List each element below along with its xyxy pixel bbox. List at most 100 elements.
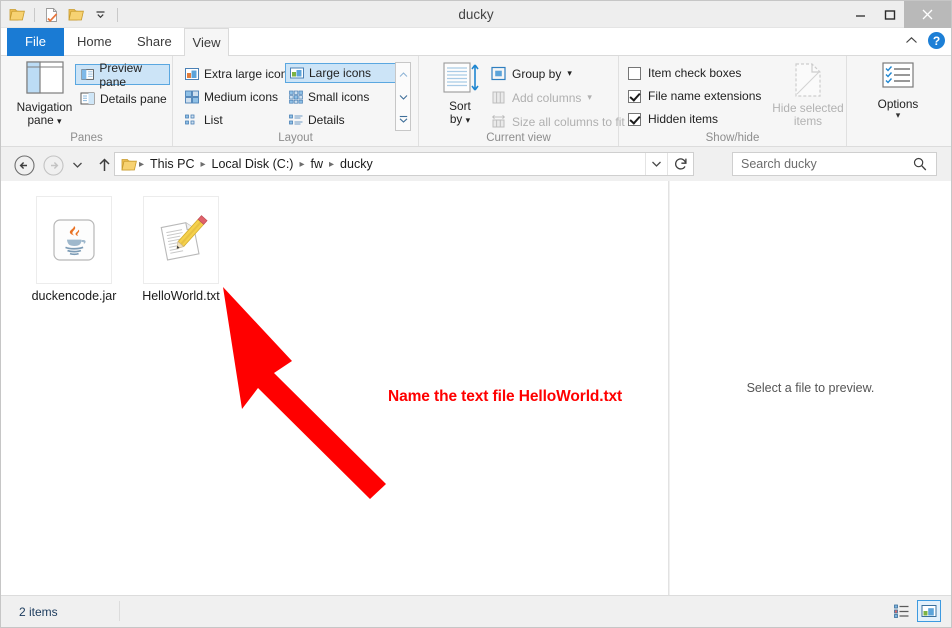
status-divider — [119, 601, 120, 621]
breadcrumb-separator-0[interactable]: ▸ — [138, 159, 145, 170]
large-icons-icon — [290, 67, 304, 79]
tab-share[interactable]: Share — [124, 28, 185, 56]
minimize-button[interactable] — [846, 1, 875, 28]
properties-icon[interactable] — [42, 5, 62, 25]
file-name-extensions-row[interactable]: File name extensions — [628, 86, 761, 106]
options-button[interactable]: Options ▾ — [865, 60, 931, 134]
gallery-scroll-up-icon[interactable] — [399, 67, 408, 81]
options-label: Options — [877, 97, 919, 111]
breadcrumb-separator-1[interactable]: ▸ — [199, 159, 206, 170]
file-item-helloworld-txt[interactable]: HelloWorld.txt — [133, 196, 229, 303]
ribbon-group-layout: Extra large icons Medium icons List Larg… — [173, 56, 419, 146]
preview-pane-toggle[interactable]: Preview pane — [75, 61, 170, 89]
extra-large-icons-label: Extra large icons — [204, 67, 294, 81]
item-count-label: 2 items — [19, 605, 58, 619]
layout-extra-large-icons[interactable]: Extra large icons — [181, 64, 297, 84]
maximize-button[interactable] — [875, 1, 904, 28]
details-view-icon — [894, 604, 909, 618]
search-icon[interactable] — [913, 157, 927, 171]
collapse-ribbon-icon[interactable] — [905, 34, 918, 48]
large-icons-view-button[interactable] — [917, 600, 941, 622]
add-columns-icon — [492, 91, 505, 104]
tab-home[interactable]: Home — [64, 28, 125, 56]
large-icons-view-icon — [921, 605, 937, 617]
search-box[interactable] — [732, 152, 937, 176]
layout-medium-icons[interactable]: Medium icons — [181, 87, 282, 107]
options-chevron-icon[interactable]: ▾ — [896, 111, 901, 120]
file-tile[interactable] — [143, 196, 219, 284]
item-check-boxes-row[interactable]: Item check boxes — [628, 63, 741, 83]
gallery-scroll-down-icon[interactable] — [399, 89, 408, 103]
breadcrumb-separator-3[interactable]: ▸ — [328, 159, 335, 170]
breadcrumb-separator-2[interactable]: ▸ — [298, 159, 305, 170]
address-bar: ▸ This PC ▸ Local Disk (C:) ▸ fw ▸ ducky — [1, 147, 951, 181]
item-check-boxes-checkbox[interactable] — [628, 66, 641, 80]
file-tile[interactable] — [36, 196, 112, 284]
hide-selected-items-icon — [795, 63, 821, 97]
group-by-button[interactable]: Group by ▾ — [491, 63, 572, 84]
hidden-items-row[interactable]: Hidden items — [628, 109, 718, 129]
options-icon — [882, 62, 914, 88]
refresh-icon[interactable] — [667, 153, 693, 175]
address-dropdown-icon[interactable] — [645, 153, 667, 175]
details-view-icon — [289, 114, 303, 125]
chevron-down-icon[interactable] — [90, 5, 110, 25]
gallery-expand-icon[interactable] — [399, 112, 408, 126]
folder-icon[interactable] — [7, 5, 27, 25]
panes-group-title: Panes — [70, 132, 103, 144]
small-icons-label: Small icons — [308, 90, 370, 104]
sort-by-button[interactable]: Sort by ▾ — [432, 60, 488, 132]
layout-small-icons[interactable]: Small icons — [285, 87, 373, 107]
ribbon-group-panes: Navigation pane ▾ Preview pane Details p… — [1, 56, 173, 146]
up-button[interactable] — [93, 154, 115, 176]
file-name-label: HelloWorld.txt — [142, 289, 220, 303]
toolbar-divider — [34, 7, 35, 22]
breadcrumb-local-disk[interactable]: Local Disk (C:) — [207, 153, 299, 175]
ribbon-tab-bar: File Home Share View ? — [1, 28, 951, 57]
layout-details[interactable]: Details — [285, 110, 349, 130]
layout-gallery-scrollbar[interactable] — [395, 62, 411, 131]
search-input[interactable] — [739, 154, 909, 174]
annotation-text: Name the text file HelloWorld.txt — [388, 388, 623, 405]
status-bar: 2 items — [1, 595, 951, 627]
tab-view[interactable]: View — [184, 28, 229, 57]
preview-pane-label: Preview pane — [99, 60, 143, 89]
breadcrumb-ducky[interactable]: ducky — [335, 153, 378, 175]
address-breadcrumb-bar[interactable]: ▸ This PC ▸ Local Disk (C:) ▸ fw ▸ ducky — [114, 152, 694, 176]
layout-list[interactable]: List — [181, 110, 227, 130]
ribbon-group-show-hide: Item check boxes File name extensions Hi… — [619, 56, 847, 146]
navigation-pane-button[interactable]: Navigation pane ▾ — [13, 60, 76, 130]
details-view-button[interactable] — [890, 600, 914, 622]
file-item-duckencode-jar[interactable]: duckencode.jar — [26, 196, 122, 303]
details-pane-label: Details pane — [100, 91, 167, 106]
details-pane-toggle[interactable]: Details pane — [75, 88, 172, 109]
window-controls — [846, 1, 951, 28]
list-label: List — [204, 113, 223, 127]
recent-locations-button[interactable] — [68, 154, 86, 176]
preview-pane-icon — [81, 69, 94, 80]
new-folder-icon[interactable] — [66, 5, 86, 25]
tab-file[interactable]: File — [7, 28, 64, 56]
medium-icons-icon — [185, 90, 199, 104]
close-button[interactable] — [904, 1, 951, 28]
layout-large-icons[interactable]: Large icons — [285, 63, 402, 83]
details-label: Details — [308, 113, 345, 127]
add-columns-chevron-icon: ▾ — [587, 92, 592, 102]
medium-icons-label: Medium icons — [204, 90, 279, 104]
sort-by-icon — [443, 62, 479, 93]
file-name-label: duckencode.jar — [31, 289, 117, 303]
ribbon: Navigation pane ▾ Preview pane Details p… — [1, 56, 951, 147]
hidden-items-checkbox[interactable] — [628, 112, 641, 126]
view-mode-buttons — [890, 600, 941, 622]
help-icon[interactable]: ? — [928, 32, 945, 49]
text-file-icon — [160, 215, 208, 261]
breadcrumb-fw[interactable]: fw — [306, 153, 329, 175]
group-by-chevron-icon[interactable]: ▾ — [567, 68, 572, 79]
file-explorer-window: ducky File Home Share View ? Navigation … — [0, 0, 952, 628]
add-columns-button: Add columns ▾ — [491, 87, 592, 108]
breadcrumb-this-pc[interactable]: This PC — [145, 153, 199, 175]
forward-button[interactable] — [42, 154, 64, 176]
layout-group-title: Layout — [278, 132, 313, 144]
file-name-extensions-checkbox[interactable] — [628, 89, 641, 103]
back-button[interactable] — [13, 154, 35, 176]
